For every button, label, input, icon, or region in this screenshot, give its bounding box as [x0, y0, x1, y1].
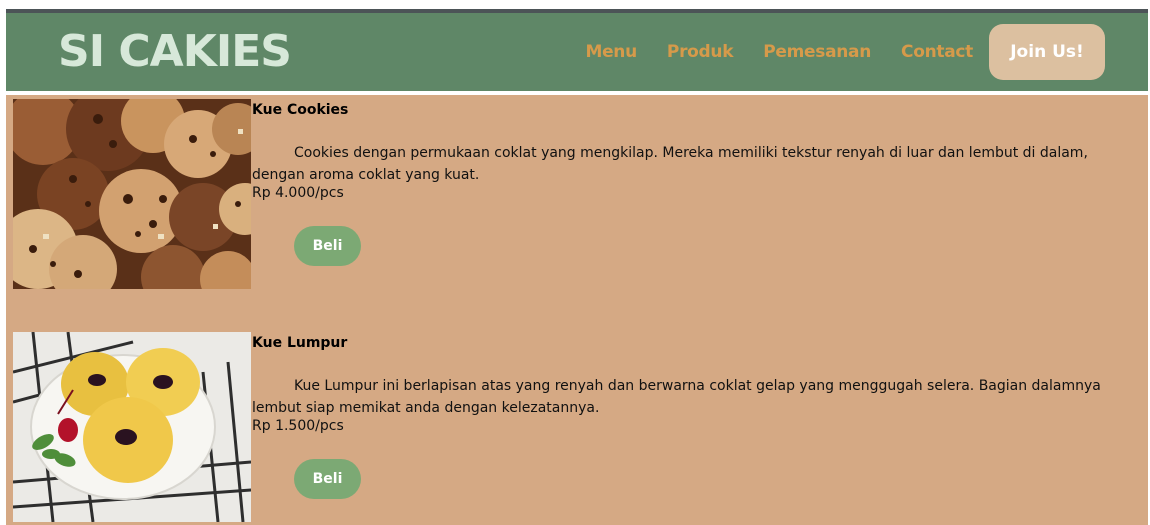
site-header: SI CAKIES Menu Produk Pemesanan Contact …	[6, 13, 1148, 91]
site-logo[interactable]: SI CAKIES	[58, 24, 292, 80]
nav-link-pemesanan[interactable]: Pemesanan	[763, 42, 871, 62]
product-description: Cookies dengan permukaan coklat yang men…	[252, 145, 1088, 183]
nav-link-contact[interactable]: Contact	[901, 42, 973, 62]
main-nav: Menu Produk Pemesanan Contact Join Us!	[585, 13, 1148, 91]
product-title: Kue Cookies	[252, 102, 349, 118]
kue-lumpur-image	[13, 332, 251, 522]
buy-button[interactable]: Beli	[294, 459, 361, 499]
product-list: Kue Cookies Cookies dengan permukaan cok…	[6, 95, 1148, 525]
product-description: Kue Lumpur ini berlapisan atas yang reny…	[252, 378, 1101, 416]
join-us-button[interactable]: Join Us!	[989, 24, 1105, 80]
product-price: Rp 1.500/pcs	[252, 418, 344, 434]
cookies-image	[13, 99, 251, 289]
nav-link-menu[interactable]: Menu	[585, 42, 637, 62]
product-title: Kue Lumpur	[252, 335, 348, 351]
buy-button[interactable]: Beli	[294, 226, 361, 266]
product-price: Rp 4.000/pcs	[252, 185, 344, 201]
nav-link-produk[interactable]: Produk	[667, 42, 734, 62]
